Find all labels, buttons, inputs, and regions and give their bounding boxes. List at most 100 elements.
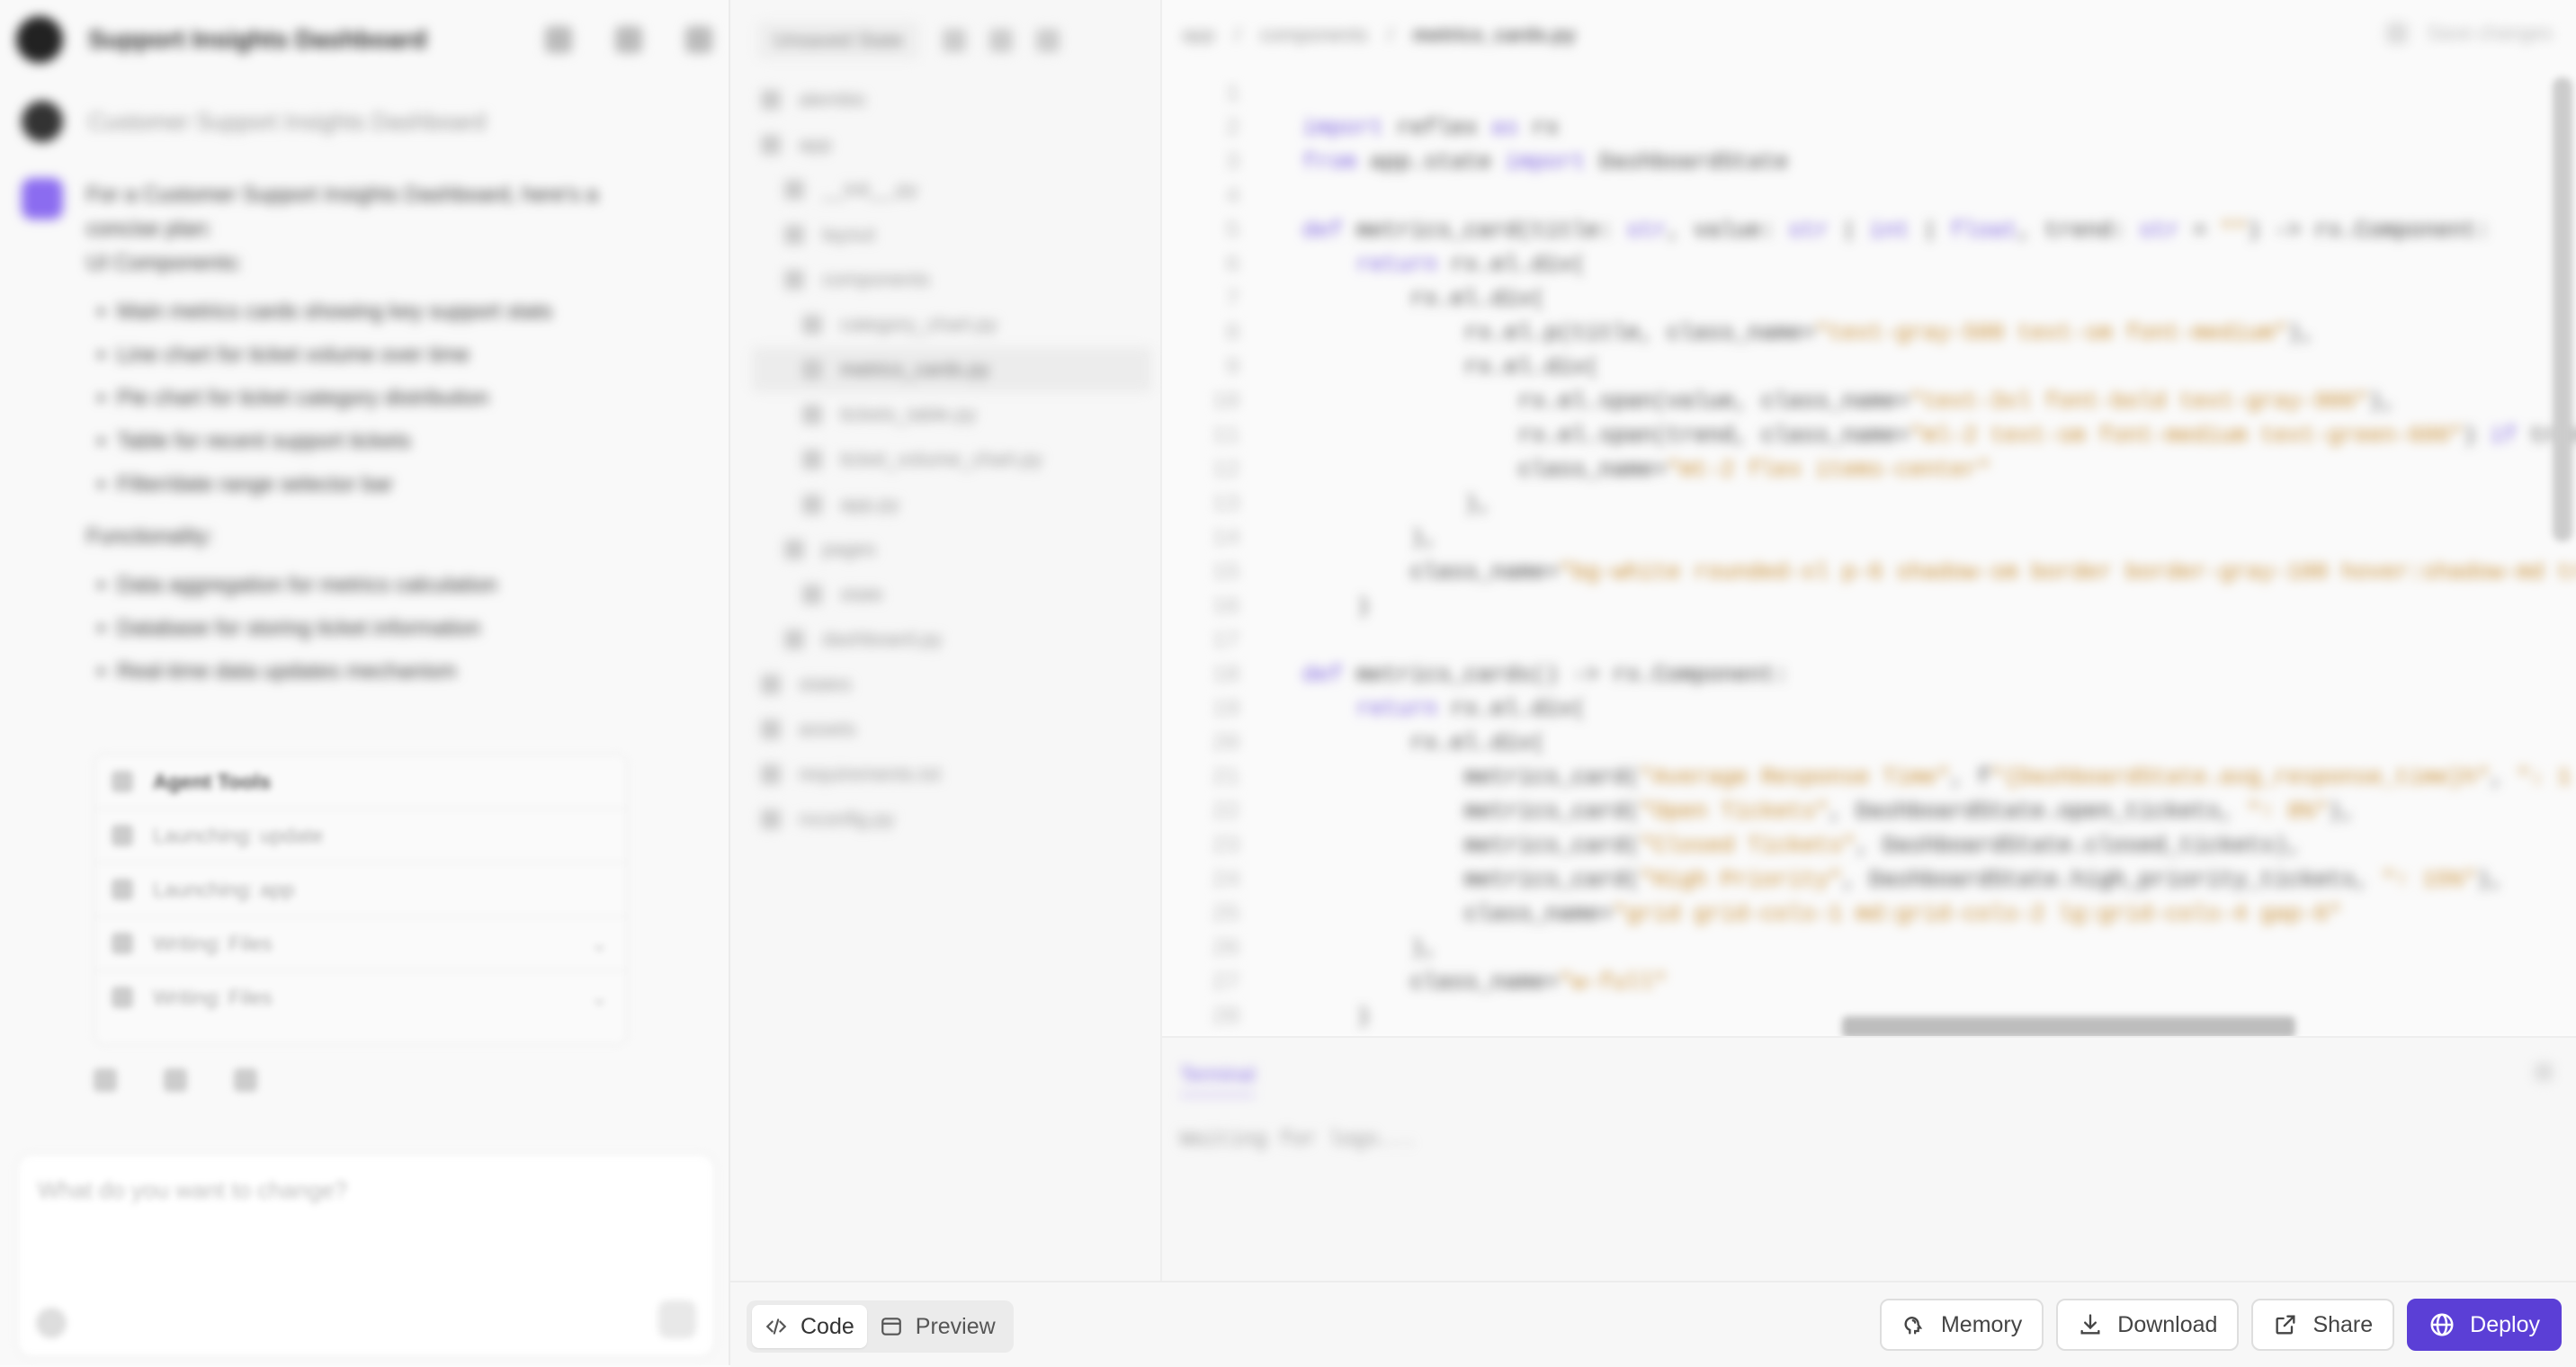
terminal-output: Waiting for logs... [1180,1128,1417,1151]
tree-item[interactable]: assets [752,707,1151,752]
tools-icon [112,771,133,792]
folder-icon [784,270,804,290]
download-icon [2080,1314,2100,1335]
tree-item[interactable]: pages [752,527,1151,572]
download-button[interactable]: Download [2056,1299,2240,1351]
file-icon [802,450,822,469]
file-icon [784,180,804,200]
tree-item[interactable]: tickets_table.py [752,392,1151,437]
tree-item[interactable]: ticket_volume_chart.py [752,437,1151,482]
tree-item[interactable]: requirements.txt [752,752,1151,797]
user-message-text: Customer Support Insights Dashboard [88,107,487,135]
list-item: Table for recent support tickets [117,424,651,459]
pencil-icon [112,987,133,1008]
tool-row[interactable]: Writing: Files ⌄ [95,917,626,971]
tool-row[interactable]: Launching: update [95,809,626,863]
tool-row[interactable]: Writing: Files ⌄ [95,971,626,1023]
globe-icon [2430,1313,2454,1336]
list-item: Pie chart for ticket category distributi… [117,381,651,415]
save-icon [2385,22,2408,44]
list-item: Main metrics cards showing key support s… [117,295,651,329]
close-icon[interactable] [2535,1063,2553,1081]
vertical-scrollbar[interactable] [2553,77,2572,541]
memory-button[interactable]: Memory [1879,1299,2044,1351]
settings-icon[interactable] [615,26,642,53]
chat-panel: Support Insights Dashboard Customer Supp… [0,0,730,1365]
new-file-icon[interactable] [943,29,967,52]
code-editor[interactable]: app / components / metrics_cards.py Save c… [1162,0,2576,1038]
code-content[interactable]: 1 2 import reflex as rx 3 from app.state i… [1189,77,2576,1034]
assistant-avatar [22,178,63,219]
project-title: Support Insights Dashboard [88,25,427,53]
file-icon [802,360,822,380]
agent-tools-card: Agent Tools Launching: update Launching:… [94,754,628,1045]
deploy-button[interactable]: Deploy [2407,1299,2562,1351]
list-item: Data aggregation for metrics calculation [117,568,651,603]
history-icon[interactable] [545,26,572,53]
folder-icon [761,719,781,739]
tree-toolbar: Unsaved State [757,22,1060,59]
message-actions [94,1068,257,1092]
list-item: Line chart for ticket volume over time [117,338,651,372]
chat-header: Support Insights Dashboard [16,16,712,63]
horizontal-scrollbar[interactable] [1842,1016,2295,1038]
code-icon [765,1318,787,1335]
functionality-heading: Functionality: [86,524,214,549]
tool-row[interactable]: Launching: app [95,863,626,917]
refresh-icon[interactable] [1036,29,1060,52]
tree-item[interactable]: states [752,662,1151,707]
ui-list: Main metrics cards showing key support s… [86,295,651,502]
chevron-down-icon: ⌄ [590,931,608,955]
collapse-sidebar-icon[interactable] [685,26,712,53]
user-message: Customer Support Insights Dashboard [22,101,486,142]
composer-placeholder: What do you want to change? [38,1176,348,1203]
share-icon [2276,1315,2295,1335]
file-icon [761,809,781,829]
save-changes-button[interactable]: Save changes [2385,22,2553,45]
user-message-avatar [22,101,63,142]
file-tree-panel: Unsaved State alembic app __init__.py la… [730,0,1162,1281]
brain-icon [1904,1317,1923,1335]
folder-icon [784,225,804,245]
copy-icon[interactable] [234,1068,257,1092]
thumbs-up-icon[interactable] [94,1068,117,1092]
attach-icon[interactable] [36,1308,67,1338]
functionality-list: Data aggregation for metrics calculation… [86,568,651,689]
agent-tools-header[interactable]: Agent Tools [95,755,626,809]
terminal-panel: Terminal Waiting for logs... [1162,1036,2576,1282]
message-composer[interactable]: What do you want to change? [16,1153,716,1358]
tree-item[interactable]: app.py [752,482,1151,527]
share-button[interactable]: Share [2251,1299,2395,1351]
send-button[interactable] [658,1300,696,1338]
list-item: Database for storing ticket information [117,612,651,646]
tree-item[interactable]: app [752,122,1151,167]
assistant-intro: For a Customer Support Insights Dashboar… [86,183,598,241]
branch-chip[interactable]: Unsaved State [757,22,920,59]
action-buttons: Memory Download Share Deploy [1879,1299,2562,1351]
user-avatar[interactable] [16,16,63,63]
view-toggle: Code Preview [747,1300,1014,1353]
list-item: Filter/date range selector bar [117,468,651,502]
tree-item[interactable]: layout [752,212,1151,257]
browser-icon [881,1318,901,1336]
folder-icon [761,675,781,694]
chevron-down-icon: ⌄ [590,985,608,1009]
new-folder-icon[interactable] [989,29,1014,52]
tree-item[interactable]: alembic [752,77,1151,122]
terminal-icon [112,825,133,846]
list-item: Real-time data updates mechanism [117,655,651,689]
tree-item[interactable]: __init__.py [752,167,1151,212]
tab-code[interactable]: Code [752,1305,867,1348]
tree-item[interactable]: category_chart.py [752,302,1151,347]
tree-item[interactable]: rxconfig.py [752,797,1151,842]
bottom-toolbar: Code Preview Memory Download Share Deplo… [730,1281,2576,1367]
tree-item-selected[interactable]: metrics_cards.py [752,347,1151,392]
file-icon [784,630,804,649]
tree-item[interactable]: components [752,257,1151,302]
tree-item[interactable]: dashboard.py [752,617,1151,662]
tab-terminal[interactable]: Terminal [1180,1063,1256,1096]
thumbs-down-icon[interactable] [164,1068,187,1092]
file-icon [802,495,822,514]
tab-preview[interactable]: Preview [867,1305,1008,1348]
tree-item[interactable]: state [752,572,1151,617]
